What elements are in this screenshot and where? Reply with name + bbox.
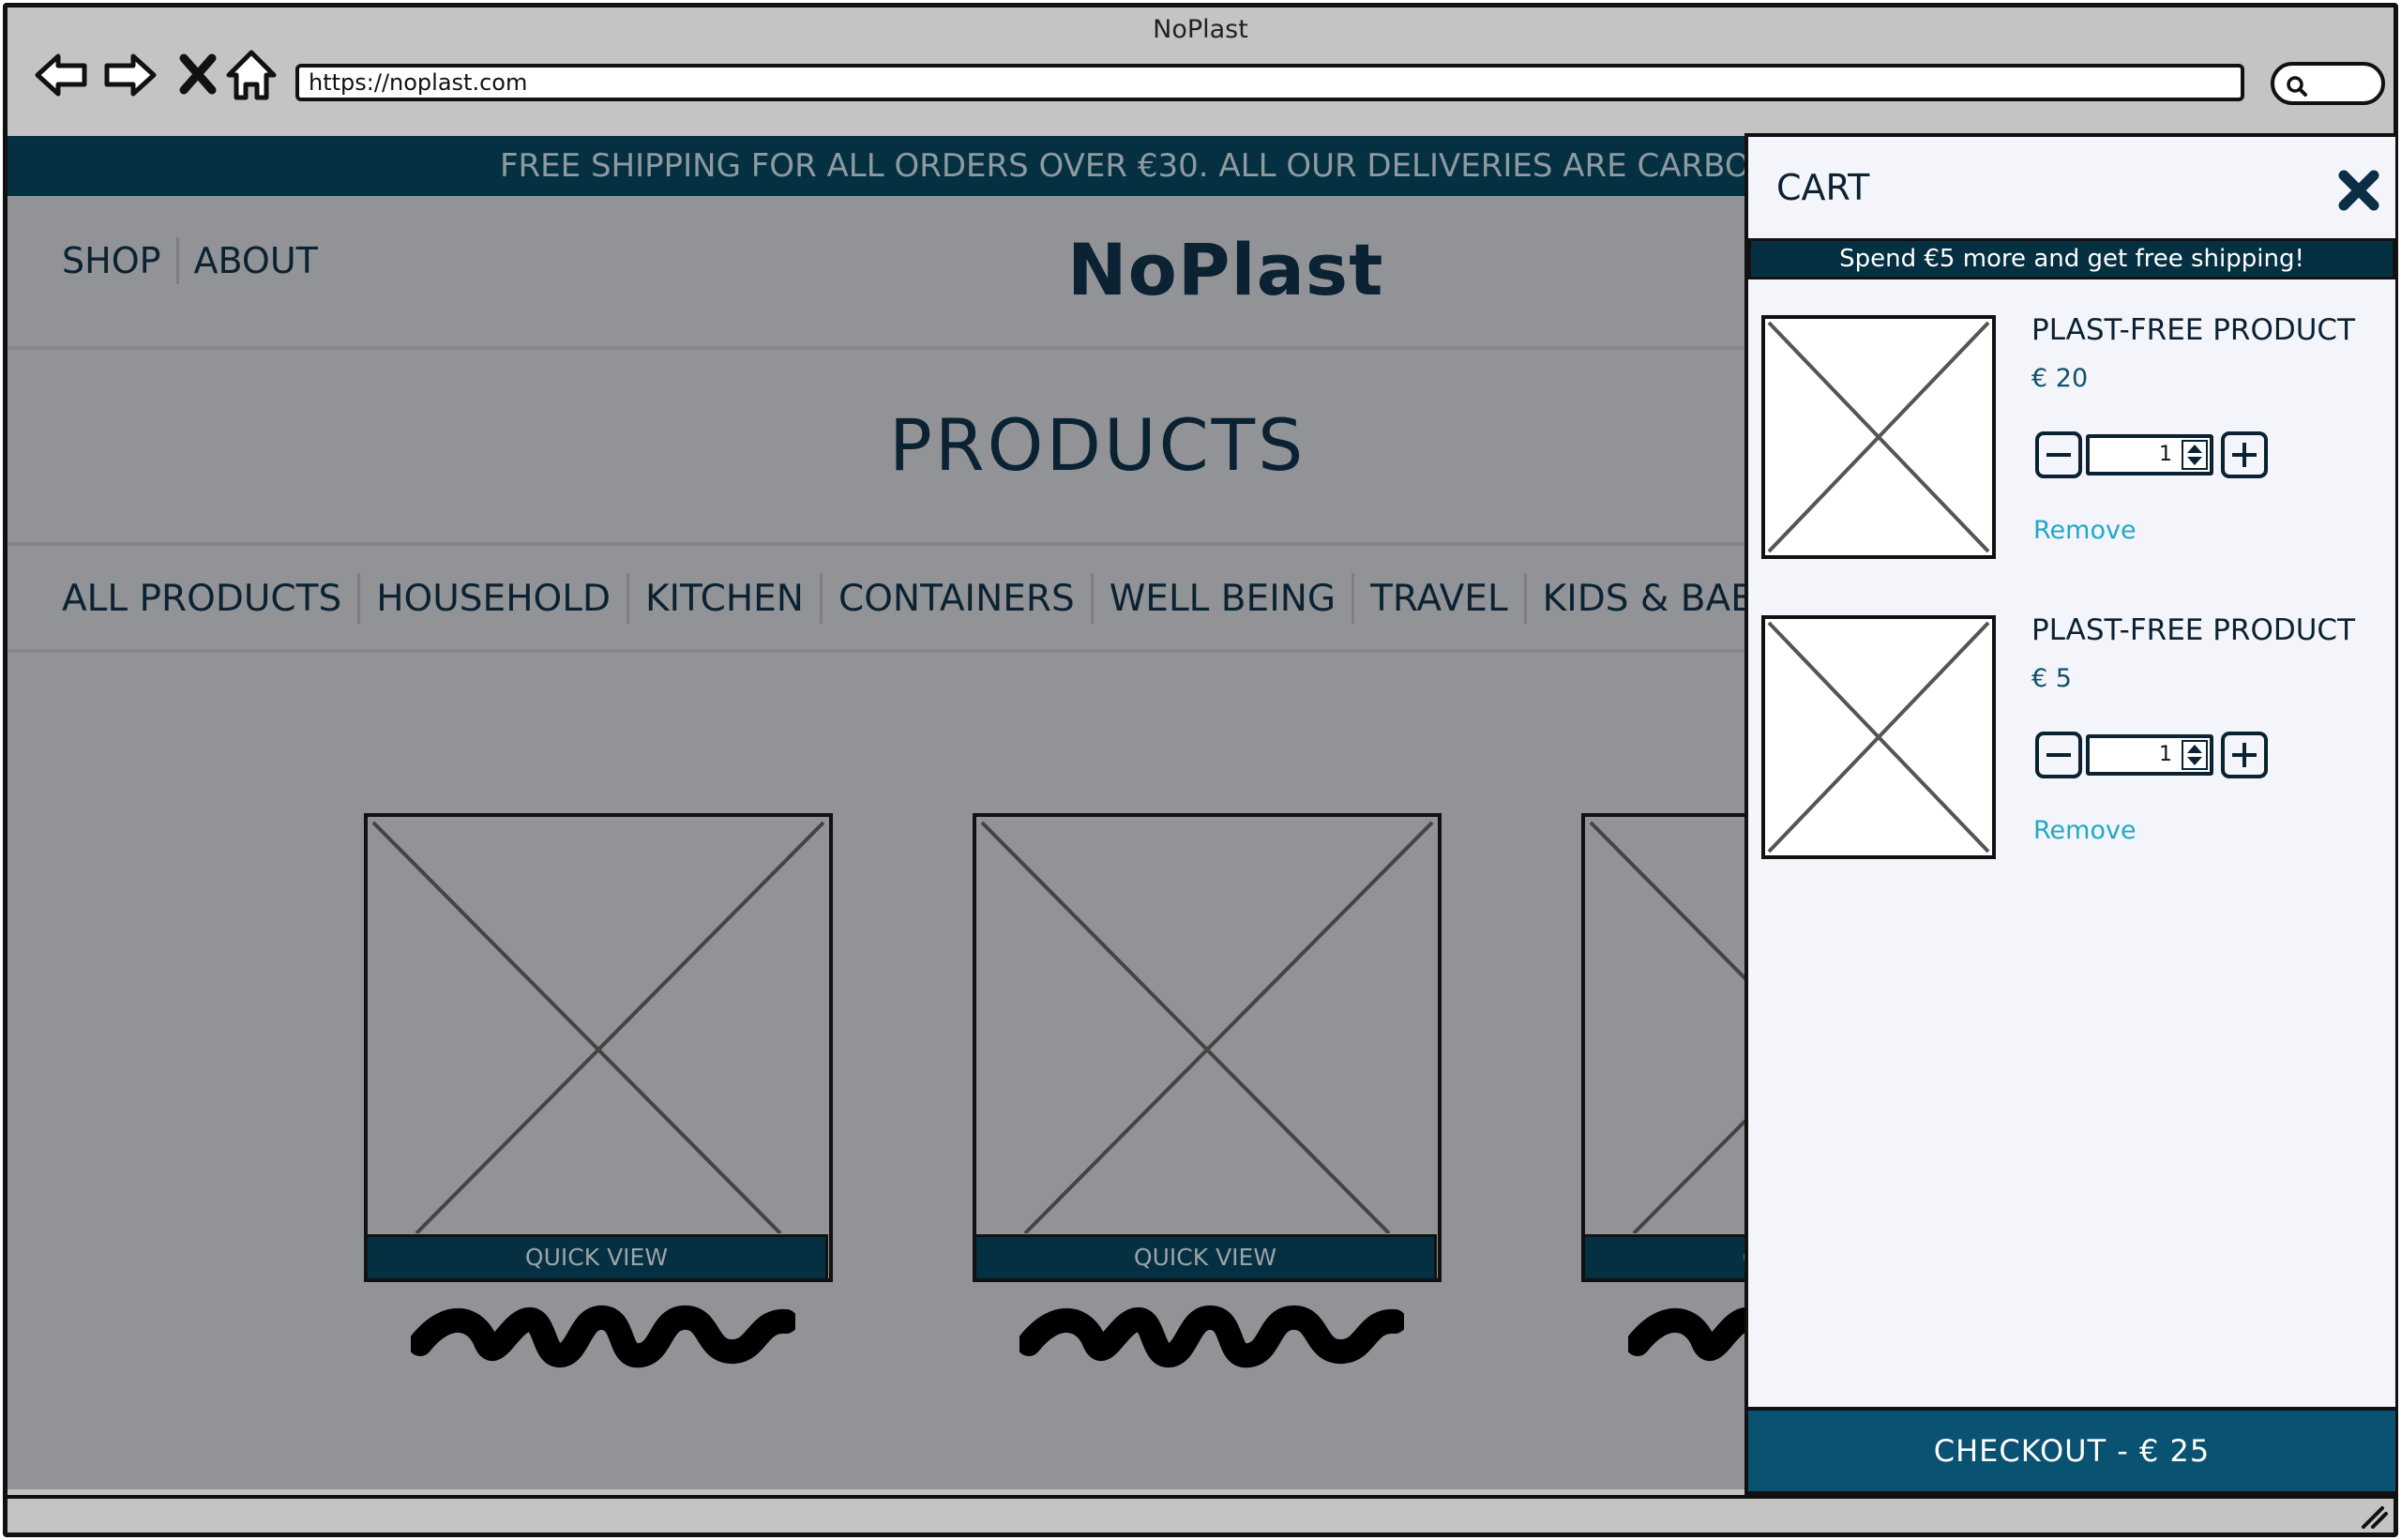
category-divider xyxy=(1523,573,1527,624)
increase-quantity-button[interactable] xyxy=(2221,431,2268,478)
minus-icon xyxy=(2046,453,2071,457)
cart-item-image xyxy=(1761,615,1996,859)
cart-item-price: € 5 xyxy=(2031,664,2072,693)
image-placeholder-icon xyxy=(371,821,825,1233)
cart-item-price: € 20 xyxy=(2031,364,2089,393)
product-name-scribble xyxy=(411,1306,795,1368)
nav-shop-link[interactable]: SHOP xyxy=(62,240,161,281)
category-nav: ALL PRODUCTS HOUSEHOLD KITCHEN CONTAINER… xyxy=(62,573,1776,624)
decrease-quantity-button[interactable] xyxy=(2035,431,2082,478)
remove-item-link[interactable]: Remove xyxy=(2033,516,2137,545)
status-bar xyxy=(8,1495,2393,1532)
spinner-arrows-icon[interactable] xyxy=(2182,440,2208,470)
back-arrow-icon[interactable] xyxy=(32,45,92,105)
category-divider xyxy=(819,573,823,624)
nav-about-link[interactable]: ABOUT xyxy=(194,240,318,281)
page-title: PRODUCTS xyxy=(889,403,1306,487)
quantity-value: 1 xyxy=(2159,443,2172,466)
product-card[interactable]: QUICK VIEW xyxy=(973,813,1442,1282)
search-icon xyxy=(2287,76,2307,97)
nav-divider xyxy=(175,237,179,284)
quantity-stepper: 1 xyxy=(2035,431,2268,478)
category-divider xyxy=(1090,573,1094,624)
image-placeholder-icon xyxy=(1767,321,1990,553)
cart-item-name: PLAST-FREE PRODUCT xyxy=(2031,313,2356,347)
quantity-stepper: 1 xyxy=(2035,732,2268,778)
spinner-arrows-icon[interactable] xyxy=(2182,740,2208,770)
cart-drawer: CART Spend €5 more and get free shipping… xyxy=(1744,133,2395,1495)
cart-item-image xyxy=(1761,315,1996,559)
category-divider xyxy=(626,573,629,624)
forward-arrow-icon[interactable] xyxy=(99,45,159,105)
checkout-button[interactable]: CHECKOUT - € 25 xyxy=(1748,1407,2395,1491)
cart-title: CART xyxy=(1776,167,1870,208)
image-placeholder-icon xyxy=(1767,621,1990,853)
quantity-input[interactable]: 1 xyxy=(2086,434,2213,476)
category-travel[interactable]: TRAVEL xyxy=(1370,578,1508,620)
close-icon[interactable] xyxy=(169,45,229,105)
increase-quantity-button[interactable] xyxy=(2221,732,2268,778)
free-shipping-banner: Spend €5 more and get free shipping! xyxy=(1748,238,2395,279)
category-containers[interactable]: CONTAINERS xyxy=(838,578,1075,620)
close-icon[interactable] xyxy=(2337,169,2380,212)
decrease-quantity-button[interactable] xyxy=(2035,732,2082,778)
category-all-products[interactable]: ALL PRODUCTS xyxy=(62,578,341,620)
cart-item-name: PLAST-FREE PRODUCT xyxy=(2031,613,2356,647)
top-nav: SHOP ABOUT xyxy=(62,237,318,284)
product-name-scribble xyxy=(1019,1306,1404,1368)
category-kitchen[interactable]: KITCHEN xyxy=(645,578,804,620)
home-icon[interactable] xyxy=(221,45,281,105)
quick-view-button[interactable]: QUICK VIEW xyxy=(974,1234,1437,1281)
quantity-value: 1 xyxy=(2159,743,2172,766)
url-bar[interactable]: https://noplast.com xyxy=(295,64,2244,101)
site-logo[interactable]: NoPlast xyxy=(1067,228,1383,311)
resize-grip-icon[interactable] xyxy=(2360,1504,2388,1529)
quick-view-button[interactable]: QUICK VIEW xyxy=(365,1234,828,1281)
category-household[interactable]: HOUSEHOLD xyxy=(376,578,611,620)
remove-item-link[interactable]: Remove xyxy=(2033,816,2137,845)
product-card[interactable]: QUICK VIEW xyxy=(364,813,833,1282)
window-title: NoPlast xyxy=(1153,15,1248,44)
minus-icon xyxy=(2046,753,2071,757)
category-divider xyxy=(1352,573,1355,624)
plus-icon xyxy=(2232,743,2257,767)
quantity-input[interactable]: 1 xyxy=(2086,734,2213,776)
image-placeholder-icon xyxy=(980,821,1434,1233)
category-divider xyxy=(357,573,361,624)
plus-icon xyxy=(2232,443,2257,467)
category-well-being[interactable]: WELL BEING xyxy=(1110,578,1336,620)
category-kids-baby[interactable]: KIDS & BABY xyxy=(1543,578,1776,620)
browser-search-field[interactable] xyxy=(2271,62,2385,105)
